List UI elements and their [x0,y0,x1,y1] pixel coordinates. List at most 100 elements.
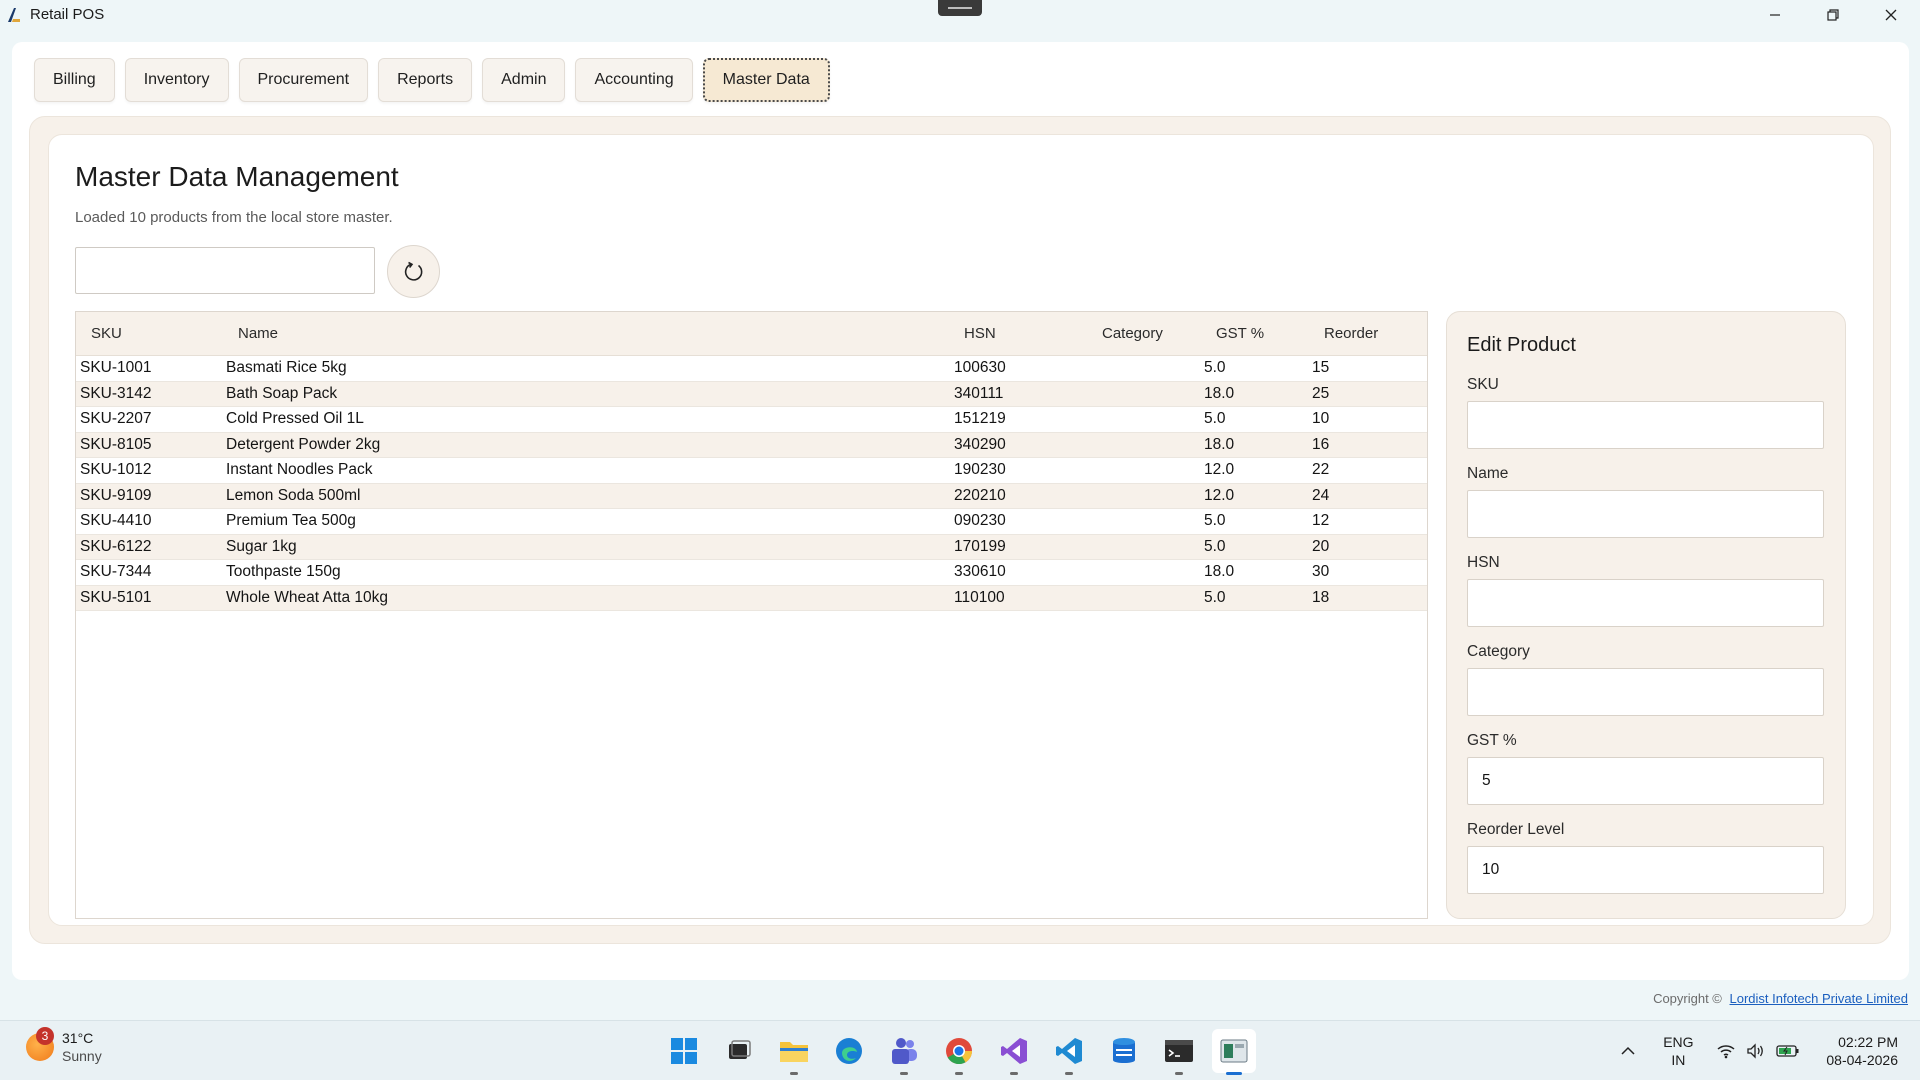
cell-hsn: 190230 [954,461,1006,479]
close-button[interactable] [1862,0,1920,29]
product-grid[interactable]: SKU Name HSN Category GST % Reorder SKU-… [75,311,1428,919]
column-header-sku[interactable]: SKU [76,325,226,342]
tab-master-data[interactable]: Master Data [702,58,830,102]
region-code: IN [1671,1052,1686,1068]
cell-hsn: 100630 [954,359,1006,377]
weather-sun-icon: 3 [26,1027,54,1061]
column-header-gst[interactable]: GST % [1204,325,1312,342]
table-row[interactable]: SKU-3142 Bath Soap Pack 340111 18.0 25 [76,381,1427,407]
visual-studio-button[interactable] [992,1029,1036,1075]
vscode-button[interactable] [1047,1029,1091,1075]
gst-label: GST % [1467,732,1517,749]
vscode-icon [1056,1038,1082,1064]
cell-name: Sugar 1kg [226,537,297,555]
chevron-up-icon [1621,1046,1635,1055]
chrome-button[interactable] [937,1029,981,1075]
title-bar: Retail POS [0,0,1920,29]
volume-icon [1747,1043,1764,1059]
column-header-hsn[interactable]: HSN [954,325,1090,342]
tab-content-panel: Master Data Management Loaded 10 product… [29,116,1891,944]
cell-reorder: 25 [1312,384,1330,402]
name-field[interactable] [1467,490,1824,538]
cell-name: Whole Wheat Atta 10kg [226,588,388,606]
column-header-category[interactable]: Category [1090,325,1204,342]
app-logo-icon [4,5,24,25]
tab-reports[interactable]: Reports [378,58,473,102]
cell-name: Bath Soap Pack [226,384,338,402]
cell-gst: 18.0 [1204,435,1235,453]
weather-widget[interactable]: 3 31°C Sunny [26,1027,102,1065]
table-row[interactable]: SKU-8105 Detergent Powder 2kg 340290 18.… [76,432,1427,458]
cell-reorder: 18 [1312,588,1330,606]
hsn-field[interactable] [1467,579,1824,627]
cell-hsn: 110100 [954,588,1005,606]
taskbar: 3 31°C Sunny ENG IN 02:22 PM 08-04-2026 [0,1020,1920,1080]
table-row[interactable]: SKU-7344 Toothpaste 150g 330610 18.0 30 [76,560,1427,586]
restore-icon [1827,8,1839,21]
cell-sku: SKU-1012 [80,461,152,479]
cell-reorder: 20 [1312,537,1330,555]
table-row[interactable]: SKU-9109 Lemon Soda 500ml 220210 12.0 24 [76,483,1427,509]
master-data-panel: Master Data Management Loaded 10 product… [48,134,1874,926]
sku-label: SKU [1467,376,1499,393]
window-drag-grip[interactable] [938,0,982,16]
cell-hsn: 220210 [954,486,1006,504]
cell-gst: 5.0 [1204,410,1226,428]
retail-pos-taskbar-button[interactable] [1212,1029,1256,1075]
gst-field[interactable] [1467,757,1824,805]
quick-settings-button[interactable] [1708,1043,1808,1059]
cell-name: Basmati Rice 5kg [226,359,347,377]
table-row[interactable]: SKU-5101 Whole Wheat Atta 10kg 110100 5.… [76,585,1427,611]
tab-inventory[interactable]: Inventory [124,58,229,102]
show-hidden-icons-button[interactable] [1608,1031,1648,1071]
terminal-icon [1165,1040,1193,1062]
terminal-button[interactable] [1157,1029,1201,1075]
edge-button[interactable] [827,1029,871,1073]
edge-icon [836,1038,862,1064]
cell-reorder: 15 [1312,359,1330,377]
reorder-level-field[interactable] [1467,846,1824,894]
table-row[interactable]: SKU-2207 Cold Pressed Oil 1L 151219 5.0 … [76,407,1427,433]
tab-admin[interactable]: Admin [482,58,566,102]
clock[interactable]: 02:22 PM 08-04-2026 [1826,1033,1898,1069]
refresh-icon [404,261,422,281]
file-explorer-button[interactable] [772,1029,816,1075]
cell-name: Detergent Powder 2kg [226,435,381,453]
cell-hsn: 090230 [954,512,1006,530]
table-row[interactable]: SKU-4410 Premium Tea 500g 090230 5.0 12 [76,509,1427,535]
cell-gst: 5.0 [1204,512,1226,530]
company-link[interactable]: Lordist Infotech Private Limited [1730,991,1908,1006]
table-row[interactable]: SKU-6122 Sugar 1kg 170199 5.0 20 [76,534,1427,560]
azure-data-studio-icon [1113,1038,1135,1063]
minimize-button[interactable] [1746,0,1804,29]
tab-accounting[interactable]: Accounting [575,58,693,102]
clock-time: 02:22 PM [1838,1034,1898,1050]
start-button[interactable] [662,1029,706,1073]
sku-field[interactable] [1467,401,1824,449]
table-row[interactable]: SKU-1012 Instant Noodles Pack 190230 12.… [76,458,1427,484]
task-view-icon [729,1040,751,1059]
azure-data-studio-button[interactable] [1102,1029,1146,1073]
tab-billing[interactable]: Billing [34,58,115,102]
search-input[interactable] [75,247,375,294]
language-indicator[interactable]: ENG IN [1648,1033,1708,1069]
reorder-level-label: Reorder Level [1467,821,1565,838]
column-header-reorder[interactable]: Reorder [1312,325,1412,342]
restore-button[interactable] [1804,0,1862,29]
minimize-icon [1770,13,1780,16]
cell-gst: 18.0 [1204,563,1235,581]
cell-hsn: 330610 [954,563,1006,581]
main-tab-bar: Billing Inventory Procurement Reports Ad… [34,58,830,102]
task-view-button[interactable] [717,1029,761,1073]
category-field[interactable] [1467,668,1824,716]
cell-sku: SKU-1001 [80,359,152,377]
column-header-name[interactable]: Name [226,325,954,342]
refresh-button[interactable] [387,245,440,298]
cell-reorder: 24 [1312,486,1330,504]
teams-button[interactable] [882,1029,926,1075]
table-row[interactable]: SKU-1001 Basmati Rice 5kg 100630 5.0 15 [76,356,1427,382]
start-icon [671,1038,697,1064]
tab-procurement[interactable]: Procurement [238,58,369,102]
cell-hsn: 340111 [954,384,1004,402]
cell-hsn: 170199 [954,537,1006,555]
